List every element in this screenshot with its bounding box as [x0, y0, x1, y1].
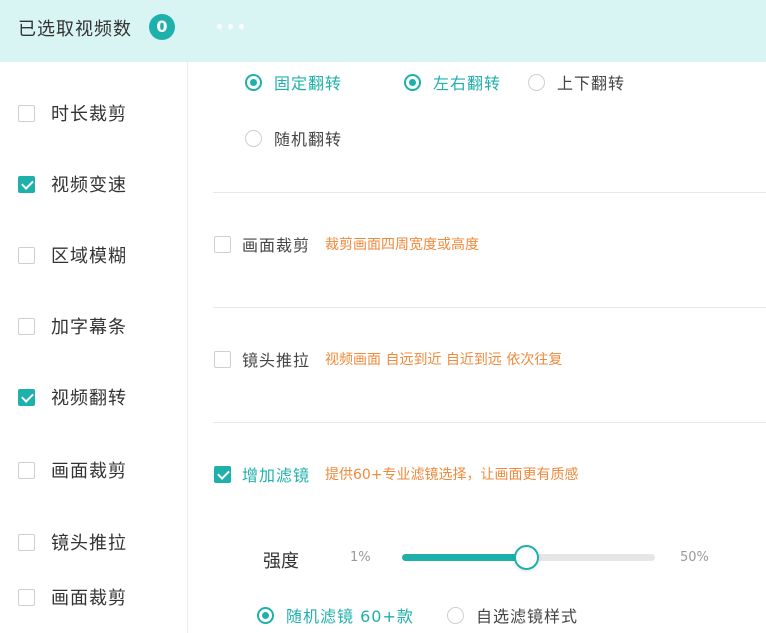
selected-videos-label: 已选取视频数 — [18, 19, 132, 40]
sidebar-item-lens-zoom[interactable]: 镜头推拉 — [18, 527, 127, 557]
more-icon[interactable] — [217, 24, 244, 29]
strength-slider-handle[interactable] — [513, 545, 539, 570]
checkbox[interactable] — [18, 317, 35, 335]
strength-slider[interactable] — [402, 545, 655, 570]
frame-crop-description: 裁剪画面四周宽度或高度 — [325, 237, 480, 253]
sidebar-item-label: 画面裁剪 — [51, 588, 127, 609]
divider — [213, 192, 766, 193]
checkbox[interactable] — [18, 461, 35, 479]
strength-label: 强度 — [263, 551, 299, 572]
checkbox[interactable] — [18, 588, 35, 606]
radio-button[interactable] — [528, 73, 545, 91]
checkbox[interactable] — [18, 533, 35, 551]
add-filter-description: 提供60+专业滤镜选择，让画面更有质感 — [325, 467, 579, 483]
filter-option-label: 随机滤镜 60+款 — [286, 607, 414, 626]
sidebar-item-speed-change[interactable]: 视频变速 — [18, 169, 127, 199]
sidebar-item-label: 区域模糊 — [51, 246, 127, 267]
sidebar-item-label: 时长裁剪 — [51, 104, 127, 125]
strength-min-label: 1% — [350, 550, 371, 565]
flip-option-label: 固定翻转 — [274, 74, 343, 93]
frame-crop-option[interactable]: 画面裁剪 裁剪画面四周宽度或高度 — [214, 232, 479, 256]
sidebar-item-duration-trim[interactable]: 时长裁剪 — [18, 98, 127, 128]
checkbox[interactable] — [18, 175, 35, 193]
sidebar-item-video-flip[interactable]: 视频翻转 — [18, 382, 127, 412]
checkbox[interactable] — [18, 388, 35, 406]
header-bar: 已选取视频数 0 — [0, 0, 766, 62]
checkbox[interactable] — [214, 350, 231, 368]
filter-option-random[interactable]: 随机滤镜 60+款 — [257, 603, 414, 627]
sidebar-item-frame-crop[interactable]: 画面裁剪 — [18, 455, 127, 485]
add-filter-option[interactable]: 增加滤镜 提供60+专业滤镜选择，让画面更有质感 — [214, 462, 579, 486]
checkbox[interactable] — [214, 465, 231, 483]
flip-option-label: 随机翻转 — [274, 130, 343, 149]
lens-zoom-label: 镜头推拉 — [242, 351, 311, 370]
flip-option-random[interactable]: 随机翻转 — [245, 126, 342, 150]
radio-button[interactable] — [245, 73, 262, 91]
lens-zoom-option[interactable]: 镜头推拉 视频画面 自远到近 自近到远 依次往复 — [214, 347, 562, 371]
frame-crop-label: 画面裁剪 — [242, 236, 311, 255]
lens-zoom-description: 视频画面 自远到近 自近到远 依次往复 — [325, 352, 563, 368]
sidebar-item-label: 视频变速 — [51, 175, 127, 196]
filter-option-custom[interactable]: 自选滤镜样式 — [447, 603, 578, 627]
flip-option-fixed[interactable]: 固定翻转 — [245, 70, 342, 94]
selected-count-badge: 0 — [149, 14, 175, 40]
strength-slider-fill — [402, 554, 526, 561]
sidebar-item-subtitle-bar[interactable]: 加字幕条 — [18, 311, 127, 341]
checkbox[interactable] — [214, 235, 231, 253]
flip-option-label: 上下翻转 — [557, 74, 626, 93]
sidebar-item-label: 加字幕条 — [51, 317, 127, 338]
sidebar: 时长裁剪 视频变速 区域模糊 加字幕条 视频翻转 画面裁剪 镜头推拉 画面裁剪 — [0, 62, 188, 633]
checkbox[interactable] — [18, 104, 35, 122]
sidebar-item-label: 视频翻转 — [51, 388, 127, 409]
radio-button[interactable] — [404, 73, 421, 91]
sidebar-item-label: 画面裁剪 — [51, 461, 127, 482]
flip-option-label: 左右翻转 — [433, 74, 502, 93]
sidebar-item-label: 镜头推拉 — [51, 533, 127, 554]
checkbox[interactable] — [18, 246, 35, 264]
radio-button[interactable] — [257, 606, 274, 624]
divider — [213, 307, 766, 308]
sidebar-item-frame-crop-2[interactable]: 画面裁剪 — [18, 582, 127, 612]
filter-option-label: 自选滤镜样式 — [476, 607, 579, 626]
flip-option-vertical[interactable]: 上下翻转 — [528, 70, 625, 94]
sidebar-item-area-blur[interactable]: 区域模糊 — [18, 240, 127, 270]
strength-max-label: 50% — [680, 550, 709, 565]
divider — [213, 422, 766, 423]
flip-option-horizontal[interactable]: 左右翻转 — [404, 70, 501, 94]
radio-button[interactable] — [447, 606, 464, 624]
radio-button[interactable] — [245, 129, 262, 147]
add-filter-label: 增加滤镜 — [242, 466, 311, 485]
